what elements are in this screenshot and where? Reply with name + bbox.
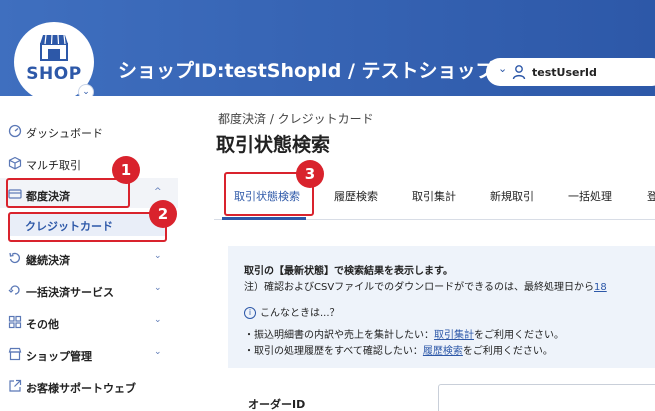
tab-bulk-processing[interactable]: 一括処理 [568,188,612,204]
breadcrumb: 都度決済 / クレジットカード [218,112,374,126]
sidebar-item-multi-transaction[interactable]: マルチ取引 [0,150,178,176]
sidebar-item-label: その他 [26,318,59,331]
info-icon: i [244,307,256,319]
store-icon [40,34,68,61]
sidebar-item-label: お客様サポートウェブ [26,382,136,395]
info-line: 注）確認およびCSVファイルでのダウンロードができるのは、最終処理日から18 [244,282,607,293]
callout-highlight-2 [8,212,167,242]
sidebar-item-label: 一括決済サービス [26,286,114,299]
repeat-icon [9,252,21,264]
chevron-down-icon: ⌄ [154,283,162,293]
sidebar: ダッシュボード マルチ取引 都度決済 ^ クレジットカード 継続決済 ⌄ 一括決… [0,96,178,411]
callout-number-3: 3 [296,160,324,188]
external-link-icon [9,379,22,392]
order-id-label: オーダーID [248,398,306,411]
page-title: 取引状態検索 [216,134,331,156]
order-id-input[interactable] [438,384,655,411]
chevron-down-icon: ⌄ [154,347,162,357]
tab-registration[interactable]: 登 [647,188,655,204]
logo-text: SHOP [26,64,82,84]
sidebar-item-shop-management[interactable]: ショップ管理 ⌄ [0,341,178,367]
sidebar-item-other[interactable]: その他 ⌄ [0,309,178,335]
callout-number-1: 1 [112,156,140,184]
cube-icon [8,156,22,170]
transaction-summary-link[interactable]: 取引集計 [434,330,474,341]
history-search-link[interactable]: 履歴検索 [423,346,463,357]
info-box: 取引の【最新状態】で検索結果を表示します。 注）確認およびCSVファイルでのダウ… [228,246,655,368]
tab-transaction-summary[interactable]: 取引集計 [412,188,456,204]
sidebar-item-label: マルチ取引 [26,159,81,172]
active-tab-indicator [222,217,306,220]
callout-highlight-1 [6,178,130,208]
tab-new-transaction[interactable]: 新規取引 [490,188,534,204]
callout-number-2: 2 [149,200,177,228]
info-link[interactable]: 18 [594,282,607,293]
chevron-down-icon[interactable]: ⌄ [498,62,507,75]
app-header: SHOP ⌄ ショップID:testShopId / テストショップ ⌄ tes… [0,0,655,102]
sidebar-item-label: ダッシュボード [26,127,103,140]
batch-icon [8,285,20,295]
grid-icon [8,315,22,329]
chevron-up-icon: ^ [154,187,162,197]
tab-history-search[interactable]: 履歴検索 [334,188,378,204]
sidebar-item-dashboard[interactable]: ダッシュボード [0,118,178,144]
sidebar-item-recurring-payment[interactable]: 継続決済 ⌄ [0,245,178,271]
chevron-down-icon: ⌄ [154,251,162,261]
user-name: testUserId [532,66,597,79]
shop-icon [8,347,22,361]
sidebar-item-support-web[interactable]: お客様サポートウェブ [0,373,178,399]
sidebar-item-batch-payment[interactable]: 一括決済サービス ⌄ [0,277,178,303]
help-bullet: ・取引の処理履歴をすべて確認したい：履歴検索をご利用ください。 [244,346,553,357]
shop-title: ショップID:testShopId / テストショップ [118,60,495,82]
chevron-down-icon: ⌄ [154,315,162,325]
main-content: 都度決済 / クレジットカード 取引状態検索 取引状態検索 履歴検索 取引集計 … [178,96,655,411]
sidebar-item-label: ショップ管理 [26,350,92,363]
help-heading: i こんなときは...？ [244,304,340,319]
dashboard-icon [8,124,22,138]
help-bullet: ・振込明細書の内訳や売上を集計したい：取引集計をご利用ください。 [244,330,564,341]
user-icon [512,65,526,80]
sidebar-item-label: 継続決済 [26,254,70,267]
info-line: 取引の【最新状態】で検索結果を表示します。 [244,266,453,277]
